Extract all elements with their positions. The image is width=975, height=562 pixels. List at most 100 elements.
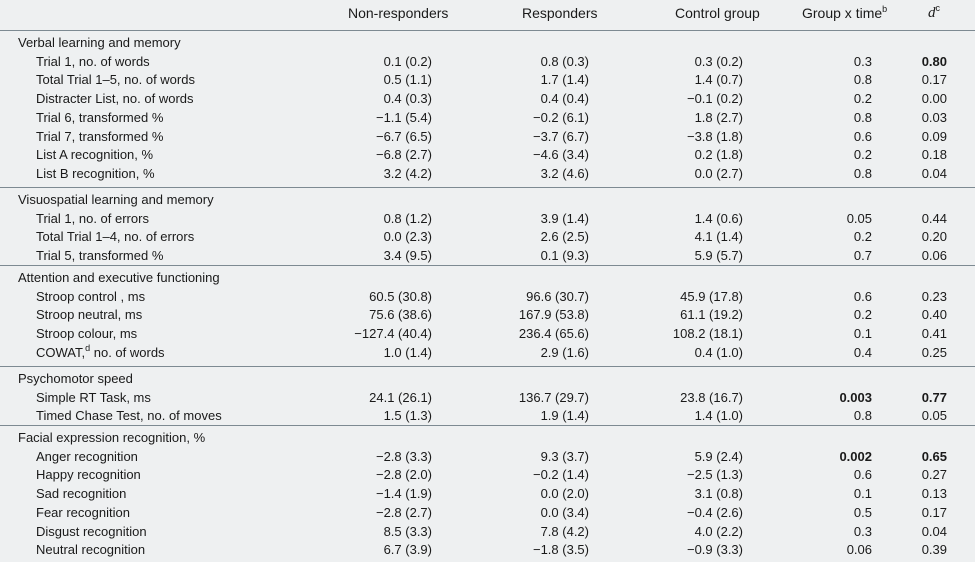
cell-c4: 1.4 (0.7) xyxy=(694,72,743,88)
cell-c6: 0.03 xyxy=(921,109,947,125)
cell-c5: 0.8 xyxy=(853,166,872,182)
cell-c2: 1.5 (1.3) xyxy=(383,408,432,424)
cell-c3: −0.2 (6.1) xyxy=(532,109,589,125)
cell-c5: 0.2 xyxy=(853,147,872,163)
cell-c2: −6.7 (6.5) xyxy=(375,128,432,144)
cell-c2: 0.0 (2.3) xyxy=(383,229,432,245)
cell-c3: 96.6 (30.7) xyxy=(526,288,589,304)
cell-c5: 0.1 xyxy=(853,326,872,342)
section-title: Attention and executive functioning xyxy=(0,268,975,287)
table-row: Neutral recognition 6.7 (3.9) −1.8 (3.5) −0… xyxy=(0,540,975,559)
cell-c2: 0.8 (1.2) xyxy=(383,210,432,226)
cell-c4: −2.5 (1.3) xyxy=(686,467,743,483)
table-row: Fear recognition −2.8 (2.7) 0.0 (3.4) −0.4 … xyxy=(0,503,975,522)
cell-c6: 0.06 xyxy=(921,248,947,264)
cell-c3: −1.8 (3.5) xyxy=(532,542,589,558)
col-header-non-responders: Non-responders xyxy=(348,5,449,21)
cell-c2: 3.2 (4.2) xyxy=(383,166,432,182)
cell-c6: 0.20 xyxy=(921,229,947,245)
table-section: Verbal learning and memory Trial 1, no. o… xyxy=(0,31,975,184)
table-section: Facial expression recognition, % Anger re… xyxy=(0,425,975,560)
table-section: Psychomotor speed Simple RT Task, ms 24.1 … xyxy=(0,366,975,426)
cell-c4: 1.8 (2.7) xyxy=(694,109,743,125)
row-label: Trial 1, no. of words xyxy=(36,53,150,69)
cell-c2: −1.4 (1.9) xyxy=(375,486,432,502)
cell-c5: 0.05 xyxy=(846,210,872,226)
table-section: Visuospatial learning and memory Trial 1,… xyxy=(0,187,975,266)
cell-c6: 0.27 xyxy=(921,467,947,483)
cell-c5: 0.06 xyxy=(846,542,872,558)
cell-c4: 4.1 (1.4) xyxy=(694,229,743,245)
cell-c5: 0.2 xyxy=(853,91,872,107)
table-row: COWAT,d no. of words 1.0 (1.4) 2.9 (1.6) 0.… xyxy=(0,343,975,362)
cell-c6: 0.09 xyxy=(921,128,947,144)
table-row: Happy recognition −2.8 (2.0) −0.2 (1.4) −2.… xyxy=(0,465,975,484)
cell-c4: 5.9 (2.4) xyxy=(694,448,743,464)
cell-c6: 0.41 xyxy=(921,326,947,342)
row-label: Anger recognition xyxy=(36,448,138,464)
section-title-label: Verbal learning and memory xyxy=(18,35,181,50)
cell-c5: 0.1 xyxy=(853,486,872,502)
row-label: Trial 6, transformed % xyxy=(36,109,164,125)
cell-c4: 0.0 (2.7) xyxy=(694,166,743,182)
cell-c2: −127.4 (40.4) xyxy=(354,326,432,342)
cell-c6: 0.23 xyxy=(921,288,947,304)
row-label: Total Trial 1–5, no. of words xyxy=(36,72,195,88)
row-label: Total Trial 1–4, no. of errors xyxy=(36,229,195,245)
table-row: Anger recognition −2.8 (3.3) 9.3 (3.7) 5.9 … xyxy=(0,447,975,466)
cell-c3: 1.9 (1.4) xyxy=(540,408,589,424)
row-label: Fear recognition xyxy=(36,504,130,520)
table-row: Trial 5, transformed % 3.4 (9.5) 0.1 (9.3)… xyxy=(0,246,975,265)
cell-c5: 0.8 xyxy=(853,109,872,125)
cell-c2: −1.1 (5.4) xyxy=(375,109,432,125)
cell-c6: 0.80 xyxy=(921,53,947,69)
row-label: Trial 1, no. of errors xyxy=(36,210,149,226)
cell-c4: 3.1 (0.8) xyxy=(694,486,743,502)
col-header-control-group: Control group xyxy=(675,5,760,21)
cell-c2: 75.6 (38.6) xyxy=(369,307,432,323)
cell-c5: 0.6 xyxy=(853,288,872,304)
table-row: Simple RT Task, ms 24.1 (26.1) 136.7 (29.7… xyxy=(0,388,975,407)
cell-c3: 0.1 (9.3) xyxy=(540,248,589,264)
section-title-label: Visuospatial learning and memory xyxy=(18,192,214,207)
cell-c6: 0.17 xyxy=(921,72,947,88)
cell-c4: −0.4 (2.6) xyxy=(686,504,743,520)
table-row: Trial 7, transformed % −6.7 (6.5) −3.7 (6.… xyxy=(0,127,975,146)
cell-c3: −0.2 (1.4) xyxy=(532,467,589,483)
cell-c3: 0.0 (3.4) xyxy=(540,504,589,520)
cell-c4: 1.4 (0.6) xyxy=(694,210,743,226)
col-header-responders: Responders xyxy=(522,5,598,21)
cell-c4: 5.9 (5.7) xyxy=(694,248,743,264)
cell-c2: −2.8 (2.7) xyxy=(375,504,432,520)
table-row: Trial 1, no. of words 0.1 (0.2) 0.8 (0.3) 0… xyxy=(0,52,975,71)
cell-c6: 0.05 xyxy=(921,408,947,424)
cell-c3: 3.9 (1.4) xyxy=(540,210,589,226)
cell-c4: 0.4 (1.0) xyxy=(694,344,743,360)
cell-c5: 0.8 xyxy=(853,72,872,88)
table-row: Total Trial 1–5, no. of words 0.5 (1.1) 1.… xyxy=(0,70,975,89)
cell-c6: 0.13 xyxy=(921,486,947,502)
table-row: Distracter List, no. of words 0.4 (0.3) 0.… xyxy=(0,89,975,108)
cell-c3: −3.7 (6.7) xyxy=(532,128,589,144)
cell-c5: 0.6 xyxy=(853,128,872,144)
cell-c3: 2.6 (2.5) xyxy=(540,229,589,245)
cell-c5: 0.7 xyxy=(853,248,872,264)
cell-c6: 0.17 xyxy=(921,504,947,520)
cell-c5: 0.002 xyxy=(839,448,872,464)
cell-c6: 0.04 xyxy=(921,523,947,539)
cell-c2: −2.8 (3.3) xyxy=(375,448,432,464)
table-row: Trial 1, no. of errors 0.8 (1.2) 3.9 (1.4)… xyxy=(0,209,975,228)
col-header-effect-size: dc xyxy=(928,3,940,22)
cell-c4: 108.2 (18.1) xyxy=(672,326,743,342)
cell-c6: 0.39 xyxy=(921,542,947,558)
cell-c3: 136.7 (29.7) xyxy=(518,389,589,405)
cell-c5: 0.3 xyxy=(853,53,872,69)
table-row: Stroop colour, ms −127.4 (40.4) 236.4 (65.… xyxy=(0,324,975,343)
table-section: Attention and executive functioning Stroo… xyxy=(0,265,975,363)
cell-c2: 8.5 (3.3) xyxy=(383,523,432,539)
cell-c4: 23.8 (16.7) xyxy=(680,389,743,405)
section-title: Facial expression recognition, % xyxy=(0,428,975,447)
cell-c3: 236.4 (65.6) xyxy=(518,326,589,342)
cell-c2: 0.5 (1.1) xyxy=(383,72,432,88)
cell-c4: 1.4 (1.0) xyxy=(694,408,743,424)
